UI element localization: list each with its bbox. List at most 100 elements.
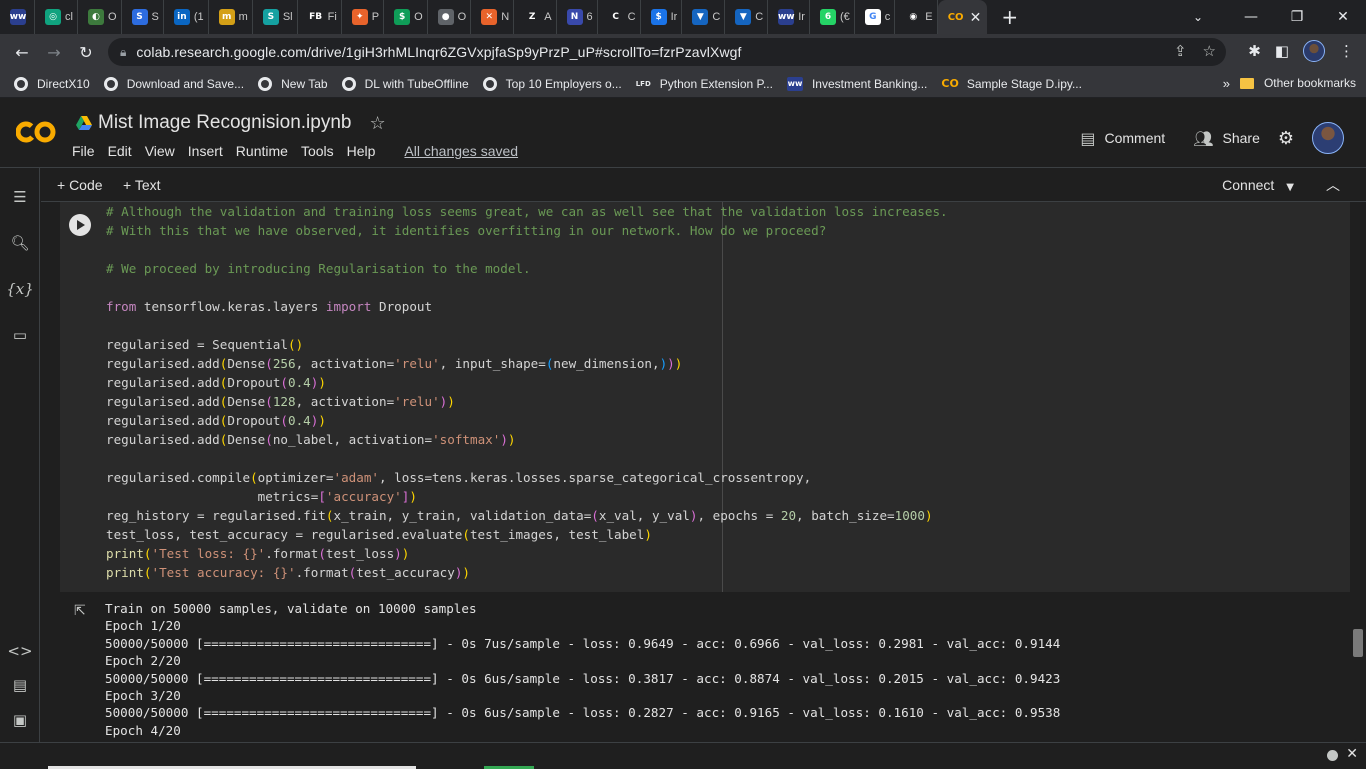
tab-list: ww ◎ cl ◐ O S Sin (1 m m S Sl FB Fi ✦ P $ O ● O ✕ N Z A N 6 C C $ Ir ▼…	[0, 0, 938, 34]
browser-tab[interactable]: ✕ N	[471, 0, 515, 34]
address-bar[interactable]: 🔒︎ colab.research.google.com/drive/1giH3…	[108, 38, 1226, 66]
browser-tab[interactable]: ▼ C	[725, 0, 769, 34]
tab-search-icon[interactable]: ⌄	[1168, 10, 1228, 24]
new-tab-button[interactable]: +	[1001, 5, 1018, 29]
code-snippets-icon[interactable]: <>	[0, 642, 40, 660]
bookmark-item[interactable]: DL with TubeOffline	[341, 76, 469, 91]
save-status[interactable]: All changes saved	[404, 143, 518, 159]
share-button[interactable]: 👥︎ Share	[1193, 129, 1260, 148]
bookmark-item[interactable]: Download and Save...	[103, 76, 244, 91]
menu-item-help[interactable]: Help	[347, 143, 376, 159]
more-bookmarks-icon[interactable]: »	[1223, 76, 1230, 91]
output-menu-icon[interactable]: ⇱	[74, 603, 86, 619]
bookmark-item[interactable]: CO Sample Stage D.ipy...	[941, 77, 1082, 91]
browser-tab[interactable]: ww	[0, 0, 35, 34]
browser-tab[interactable]: ◐ O	[78, 0, 122, 34]
close-window-icon[interactable]: ✕	[1320, 9, 1366, 25]
chevron-up-icon[interactable]: ︿	[1326, 175, 1340, 195]
browser-tab[interactable]: ◉ E	[895, 0, 938, 34]
menu-item-edit[interactable]: Edit	[108, 143, 132, 159]
browser-tab[interactable]: ▼ C	[682, 0, 726, 34]
avatar[interactable]	[1312, 122, 1344, 154]
url-text[interactable]: colab.research.google.com/drive/1giH3rhM…	[136, 44, 741, 60]
browser-tab[interactable]: ww Ir	[768, 0, 810, 34]
menu-item-view[interactable]: View	[145, 143, 175, 159]
browser-tab[interactable]: Gc	[855, 0, 896, 34]
notebook-title[interactable]: Mist Image Recognision.ipynb	[98, 112, 351, 134]
chrome-menu-icon[interactable]: ⋮	[1339, 42, 1354, 60]
colab-logo[interactable]	[16, 120, 56, 144]
code-editor[interactable]: # Although the validation and training l…	[106, 202, 948, 582]
bookmark-item[interactable]: Top 10 Employers o...	[482, 76, 622, 91]
whatsapp-icon: 6	[819, 9, 836, 25]
bookmark-item[interactable]: New Tab	[258, 76, 328, 91]
menu-item-runtime[interactable]: Runtime	[236, 143, 288, 159]
browser-tab[interactable]: ✦ P	[342, 0, 385, 34]
code-line: regularised.add(Dense(128, activation='r…	[106, 394, 455, 409]
browser-tab[interactable]: ◎ cl	[35, 0, 78, 34]
browser-tab[interactable]: N6	[557, 0, 598, 34]
code-line: regularised.add(Dense(256, activation='r…	[106, 356, 683, 371]
search-icon[interactable]: 🔍︎	[0, 234, 40, 252]
side-panel-icon[interactable]: ◧	[1275, 42, 1289, 60]
command-palette-icon[interactable]: ▤	[0, 676, 40, 694]
scrollbar[interactable]	[1353, 629, 1363, 657]
star-icon[interactable]: ☆	[369, 113, 385, 134]
tab-active-colab[interactable]: CO ✕	[937, 0, 988, 34]
openai-icon: ◎	[45, 9, 61, 25]
s-icon: S	[131, 9, 148, 25]
code-line: regularised.add(Dropout(0.4))	[106, 375, 326, 390]
browser-tab[interactable]: SS	[122, 0, 164, 34]
other-bookmarks-label: Other bookmarks	[1263, 76, 1356, 90]
close-tab-icon[interactable]: ✕	[970, 9, 982, 26]
browser-tab[interactable]: ● O	[428, 0, 472, 34]
back-icon[interactable]: ←	[6, 43, 38, 62]
output-line: Epoch 1/20	[105, 618, 181, 634]
other-bookmarks[interactable]: Other bookmarks	[1239, 76, 1356, 90]
tab-title: c	[884, 11, 891, 23]
fb-icon: FB	[307, 9, 324, 25]
bookmark-item[interactable]: LFD Python Extension P...	[636, 77, 773, 91]
browser-tab[interactable]: 6 (€	[810, 0, 855, 34]
browser-tab[interactable]: CC	[598, 0, 641, 34]
browser-tab[interactable]: in (1	[164, 0, 209, 34]
google-drive-icon[interactable]	[76, 116, 92, 130]
c-icon: C	[607, 9, 624, 25]
table-of-contents-icon[interactable]: ☰	[0, 188, 40, 206]
tab-title: Ir	[798, 11, 805, 23]
run-cell-button[interactable]	[69, 214, 91, 236]
bookmark-item[interactable]: DirectX10	[14, 76, 90, 91]
menu-item-insert[interactable]: Insert	[188, 143, 223, 159]
gear-icon[interactable]: ⚙	[1278, 128, 1294, 149]
terminal-icon[interactable]: ▣	[0, 711, 40, 729]
share-page-icon[interactable]: ⇪	[1174, 42, 1187, 60]
restore-icon[interactable]: ❐	[1274, 9, 1320, 25]
forward-icon[interactable]: →	[38, 43, 70, 62]
comment-button[interactable]: ▤ Comment	[1080, 129, 1165, 148]
add-text-button[interactable]: + Text	[123, 177, 161, 193]
variables-icon[interactable]: {x}	[0, 280, 40, 298]
browser-tab[interactable]: $ O	[384, 0, 428, 34]
browser-tab[interactable]: mm	[209, 0, 253, 34]
status-dot-icon[interactable]	[1327, 750, 1338, 761]
browser-tab[interactable]: ZA	[514, 0, 557, 34]
chevron-down-icon[interactable]: ▼	[1286, 182, 1294, 193]
files-icon[interactable]: ▭	[0, 326, 40, 344]
globe-icon	[258, 76, 273, 91]
bookmark-star-icon[interactable]: ☆	[1203, 42, 1216, 60]
bookmark-item[interactable]: ww Investment Banking...	[786, 76, 927, 91]
browser-tab[interactable]: FB Fi	[298, 0, 342, 34]
browser-tab[interactable]: S Sl	[253, 0, 298, 34]
extensions-icon[interactable]: ✱	[1248, 42, 1261, 60]
reload-icon[interactable]: ↻	[70, 43, 102, 62]
add-code-button[interactable]: + Code	[57, 177, 103, 193]
browser-tab[interactable]: $ Ir	[641, 0, 683, 34]
connect-button[interactable]: Connect ▼	[1222, 177, 1294, 193]
profile-avatar[interactable]	[1303, 40, 1325, 62]
menu-item-tools[interactable]: Tools	[301, 143, 334, 159]
header-actions: ▤ Comment 👥︎ Share ⚙	[1080, 122, 1344, 154]
close-icon[interactable]: ✕	[1346, 746, 1358, 762]
code-cell[interactable]: # Although the validation and training l…	[60, 202, 1350, 592]
minimize-icon[interactable]: —	[1228, 9, 1274, 25]
menu-item-file[interactable]: File	[72, 143, 95, 159]
